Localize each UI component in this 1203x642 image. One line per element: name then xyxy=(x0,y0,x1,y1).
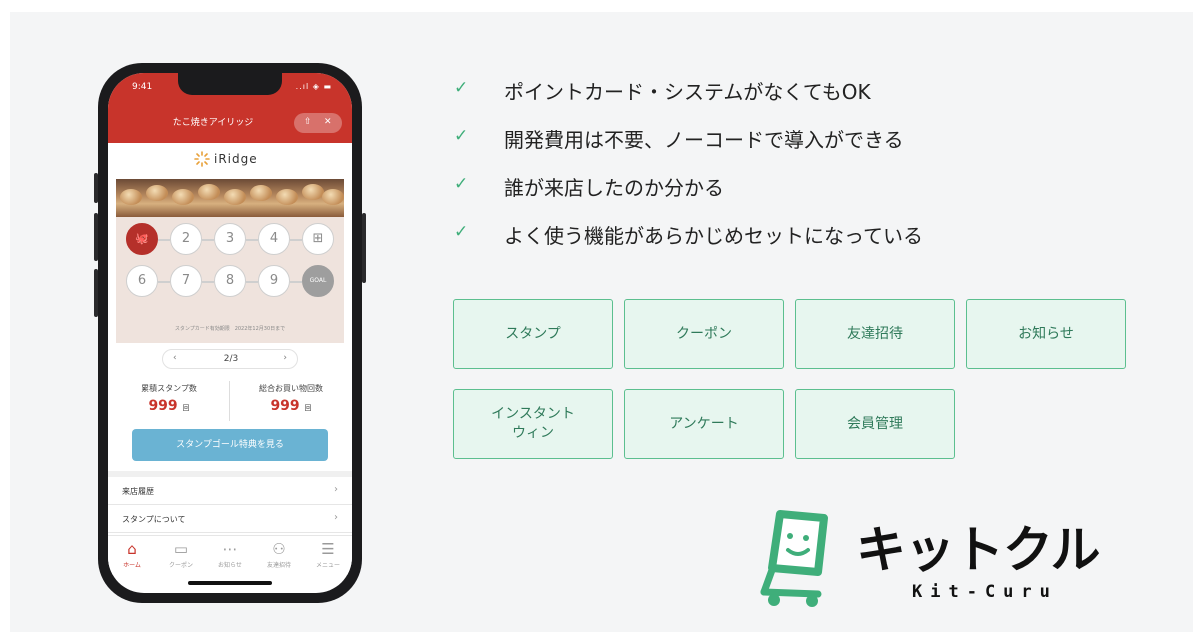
feature-text: 開発費用は不要、ノーコードで導入ができる xyxy=(504,128,904,152)
stamp-card: 🐙 2 3 4 ⊞ 6 7 8 9 GOAL スタンプカード有効期限 2022年… xyxy=(116,179,344,343)
stat-value: 999 回 xyxy=(270,398,312,414)
stamp-slot: 6 xyxy=(126,265,158,297)
menu-item-about-stamps[interactable]: スタンプについて › xyxy=(108,505,352,533)
tab-label: お知らせ xyxy=(218,562,242,569)
feature-stamp-button[interactable]: スタンプ xyxy=(453,299,613,369)
home-indicator xyxy=(188,581,272,585)
kit-curu-mascot-icon xyxy=(760,510,828,607)
stat-total-purchases: 総合お買い物回数 999 回 xyxy=(230,383,352,414)
phone-screen: 9:41 ..ıl ◈ ▬ たこ焼きアイリッジ ⇧ ✕ iRidge 🐙 2 3… xyxy=(108,73,352,593)
brand-subtitle: Kit-Curu xyxy=(912,582,1058,602)
tab-menu[interactable]: ☰ メニュー xyxy=(304,540,352,569)
stamp-slot-filled: 🐙 xyxy=(126,223,158,255)
feature-text: 誰が来店したのか分かる xyxy=(504,176,724,200)
chevron-right-icon: › xyxy=(334,484,338,495)
phone-volume-down xyxy=(94,269,98,317)
chat-icon: ⋯ xyxy=(222,540,238,558)
feature-item: ✓ よく使う機能があらかじめセットになっている xyxy=(450,218,1050,248)
status-icons: ..ıl ◈ ▬ xyxy=(295,82,332,91)
home-icon: ⌂ xyxy=(127,540,137,558)
takoyaki-photo xyxy=(116,179,344,217)
feature-coupon-button[interactable]: クーポン xyxy=(624,299,784,369)
coupon-icon: ▭ xyxy=(173,540,189,558)
tab-invite[interactable]: ⚇ 友達招待 xyxy=(255,540,303,569)
user-add-icon: ⚇ xyxy=(272,540,286,558)
share-icon[interactable]: ⇧ xyxy=(304,117,312,127)
brand-name: キットクル xyxy=(856,521,1100,579)
check-icon: ✓ xyxy=(454,222,469,242)
chevron-right-icon: › xyxy=(334,512,338,523)
feature-item: ✓ ポイントカード・システムがなくてもOK xyxy=(450,74,1050,104)
phone-side-button xyxy=(94,173,98,203)
pager-number: 2/3 xyxy=(223,354,239,364)
stat-label: 総合お買い物回数 xyxy=(259,384,323,393)
feature-instant-win-button[interactable]: インスタント ウィン xyxy=(453,389,613,459)
stamp-row: 🐙 2 3 4 ⊞ xyxy=(126,223,334,259)
tab-coupon[interactable]: ▭ クーポン xyxy=(157,540,205,569)
brand-logo-text: iRidge xyxy=(214,152,258,166)
stat-value: 999 回 xyxy=(148,398,190,414)
gift-icon: ⊞ xyxy=(302,223,334,255)
feature-item: ✓ 誰が来店したのか分かる xyxy=(450,170,1050,200)
app-title: たこ焼きアイリッジ xyxy=(172,118,254,128)
app-header: たこ焼きアイリッジ ⇧ ✕ xyxy=(108,103,352,143)
check-icon: ✓ xyxy=(454,174,469,194)
stamp-row: 6 7 8 9 GOAL xyxy=(126,265,334,301)
header-actions: ⇧ ✕ xyxy=(294,113,342,133)
phone-volume-up xyxy=(94,213,98,261)
tab-label: ホーム xyxy=(123,562,141,569)
tab-label: 友達招待 xyxy=(266,562,291,569)
brand-row: iRidge xyxy=(108,143,352,177)
check-icon: ✓ xyxy=(454,126,469,146)
tab-label: メニュー xyxy=(315,562,340,569)
menu-label: スタンプについて xyxy=(122,515,186,524)
tab-notice[interactable]: ⋯ お知らせ xyxy=(206,540,254,569)
feature-member-button[interactable]: 会員管理 xyxy=(795,389,955,459)
feature-item: ✓ 開発費用は不要、ノーコードで導入ができる xyxy=(450,122,1050,152)
status-time: 9:41 xyxy=(132,82,153,92)
card-pager: ‹ 2/3 › xyxy=(162,349,298,369)
tab-home[interactable]: ⌂ ホーム xyxy=(108,540,156,569)
feature-notice-button[interactable]: お知らせ xyxy=(966,299,1126,369)
stamp-goal: GOAL xyxy=(302,265,334,297)
phone-mockup: 9:41 ..ıl ◈ ▬ たこ焼きアイリッジ ⇧ ✕ iRidge 🐙 2 3… xyxy=(94,63,366,603)
stamp-slot: 2 xyxy=(170,223,202,255)
feature-text: ポイントカード・システムがなくてもOK xyxy=(504,80,871,104)
stamp-slot: 8 xyxy=(214,265,246,297)
tab-bar: ⌂ ホーム ▭ クーポン ⋯ お知らせ ⚇ 友達招待 ☰ メニュー xyxy=(108,535,352,575)
tab-label: クーポン xyxy=(168,562,193,569)
stamp-slot: 3 xyxy=(214,223,246,255)
check-icon: ✓ xyxy=(454,78,469,98)
stats-panel: 累積スタンプ数 999 回 総合お買い物回数 999 回 xyxy=(108,373,352,427)
feature-survey-button[interactable]: アンケート xyxy=(624,389,784,459)
feature-text: よく使う機能があらかじめセットになっている xyxy=(504,224,923,248)
stat-total-stamps: 累積スタンプ数 999 回 xyxy=(108,383,230,414)
chevron-right-icon[interactable]: › xyxy=(283,353,287,363)
stamp-goal-button[interactable]: スタンプゴール特典を見る xyxy=(132,429,328,461)
stat-label: 累積スタンプ数 xyxy=(141,384,197,393)
menu-label: 来店履歴 xyxy=(122,487,154,496)
menu-item-visit-history[interactable]: 来店履歴 › xyxy=(108,477,352,505)
close-icon[interactable]: ✕ xyxy=(324,117,332,127)
stamp-expiry: スタンプカード有効期限 2022年12月30日まで xyxy=(174,326,286,332)
hamburger-icon: ☰ xyxy=(321,540,335,558)
feature-invite-button[interactable]: 友達招待 xyxy=(795,299,955,369)
stamp-slot: 9 xyxy=(258,265,290,297)
phone-notch xyxy=(178,73,282,95)
stamp-slot: 4 xyxy=(258,223,290,255)
stamp-slot: 7 xyxy=(170,265,202,297)
iridge-logo-icon xyxy=(194,151,210,167)
phone-power-button xyxy=(362,213,366,283)
